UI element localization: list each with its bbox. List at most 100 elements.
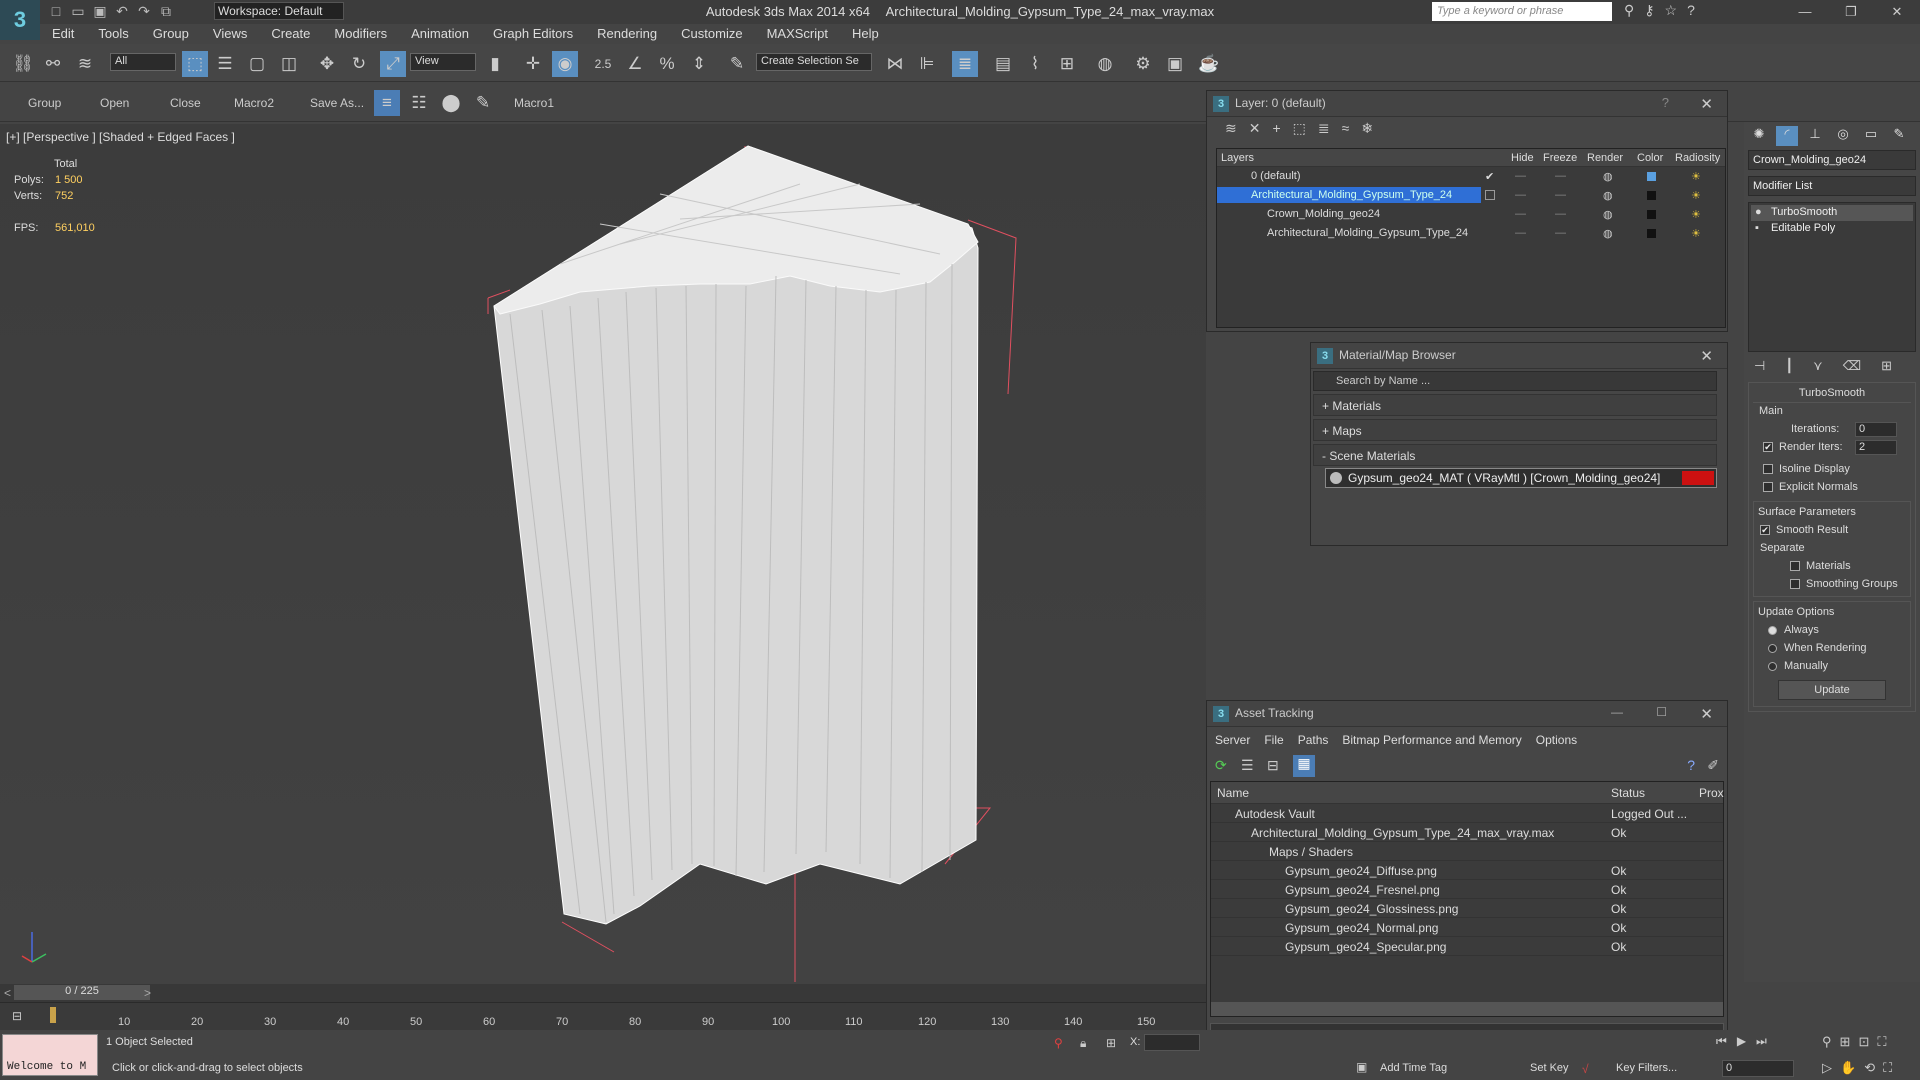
smooth-result-checkbox[interactable]: ✔ [1760,525,1770,535]
asset-row[interactable]: Gypsum_geo24_Diffuse.png Ok [1211,861,1723,880]
layer-dialog-titlebar[interactable]: 3 Layer: 0 (default) ? ✕ [1207,91,1727,117]
object-name[interactable]: Crown_Molding_geo24 [1267,208,1380,220]
keyboard-shortcut-override-icon[interactable]: ◉ [552,51,578,77]
asset-row[interactable]: Architectural_Molding_Gypsum_Type_24_max… [1211,823,1723,842]
create-tab-icon[interactable]: ✺ [1748,126,1770,146]
radiosity-icon[interactable]: ☀ [1691,170,1701,183]
render-teapot-icon[interactable]: ◍ [1603,208,1613,221]
freeze-dash-icon[interactable]: — [1555,227,1566,239]
brush-icon[interactable]: ✎ [470,90,496,116]
list-view-icon[interactable]: ☰ [1241,757,1254,774]
render-iters-spinner[interactable]: 2 [1855,440,1897,455]
asset-name[interactable]: Gypsum_geo24_Normal.png [1285,921,1438,935]
create-layer-icon[interactable]: ≋ [1225,120,1237,138]
rendered-frame-window-icon[interactable]: ▣ [1162,51,1188,77]
render-teapot-icon[interactable]: ◍ [1603,170,1613,183]
hide-dash-icon[interactable]: — [1515,208,1526,220]
link-icon[interactable]: ⛓ [10,51,36,77]
asset-row[interactable]: Autodesk Vault Logged Out ... [1211,804,1723,823]
time-tag-icon[interactable]: ▣ [1356,1060,1367,1074]
layer-row-selected[interactable]: Architectural_Molding_Gypsum_Type_24 — —… [1217,186,1725,205]
lightbulb-icon[interactable]: ● [1755,206,1762,218]
mini-curve-editor-icon[interactable]: ⊟ [12,1009,22,1023]
app-logo[interactable]: 3 [0,0,40,40]
maximize-toggle-icon[interactable]: ⛶ [1883,1060,1892,1076]
layer-color-swatch[interactable] [1647,172,1656,181]
scene-material-item[interactable]: Gypsum_geo24_MAT ( VRayMtl ) [Crown_Mold… [1325,468,1717,488]
graphite-toolbar-icon[interactable]: ▤ [990,51,1016,77]
help-icon[interactable]: ? [1687,2,1695,19]
menu-views[interactable]: Views [201,24,259,44]
orbit-icon[interactable]: ⟲ [1864,1060,1875,1076]
x-coordinate-field[interactable] [1144,1034,1200,1051]
hide-dash-icon[interactable]: — [1515,170,1526,182]
curve-editor-icon[interactable]: ⌇ [1022,51,1048,77]
modify-tab-icon[interactable]: ◜ [1776,126,1798,146]
layer-manager-icon[interactable]: ≣ [952,51,978,77]
menu-graph-editors[interactable]: Graph Editors [481,24,585,44]
zoom-all-icon[interactable]: ⊞ [1840,1034,1851,1050]
maximize-button[interactable]: ☐ [1656,705,1667,719]
radiosity-icon[interactable]: ☀ [1691,227,1701,240]
time-slider-thumb[interactable]: 0 / 225 [14,985,150,1000]
track-bar[interactable]: ⊟ 10 20 30 40 50 60 70 80 90 100 110 120… [0,1002,1206,1030]
field-of-view-icon[interactable]: ▷ [1822,1060,1832,1076]
undo-icon[interactable]: ↶ [114,3,130,19]
asset-name[interactable]: Gypsum_geo24_Specular.png [1285,940,1446,954]
freeze-dash-icon[interactable]: — [1555,208,1566,220]
menu-file[interactable]: File [1264,733,1283,747]
motion-tab-icon[interactable]: ◎ [1832,126,1854,146]
hide-dash-icon[interactable]: — [1515,189,1526,201]
mmb-titlebar[interactable]: 3 Material/Map Browser ✕ [1311,343,1727,369]
key-icon[interactable]: ⚷ [1644,2,1654,19]
layer-color-swatch[interactable] [1647,191,1656,200]
pin-icon[interactable]: ✐ [1707,757,1719,774]
asset-name[interactable]: Gypsum_geo24_Diffuse.png [1285,864,1437,878]
col-render[interactable]: Render [1587,152,1623,164]
asset-name[interactable]: Gypsum_geo24_Fresnel.png [1285,883,1440,897]
mmb-group-maps[interactable]: + Maps [1313,419,1717,441]
menu-server[interactable]: Server [1215,733,1250,747]
menu-paths[interactable]: Paths [1298,733,1329,747]
isoline-checkbox[interactable] [1763,464,1773,474]
col-freeze[interactable]: Freeze [1543,152,1577,164]
next-key-icon[interactable]: ⏭ [1756,1034,1767,1049]
highlight-layer-icon[interactable]: ≣ [1318,120,1330,138]
tree-view-icon[interactable]: ⊟ [1267,757,1279,774]
asset-row[interactable]: Gypsum_geo24_Specular.png Ok [1211,937,1723,956]
restore-button[interactable]: ❐ [1828,0,1874,24]
horizontal-scrollbar[interactable] [1211,1002,1723,1016]
schematic-view-icon[interactable]: ⊞ [1054,51,1080,77]
menu-group[interactable]: Group [141,24,201,44]
render-teapot-icon[interactable]: ◍ [1603,227,1613,240]
snaps-toggle-icon[interactable]: 2.5 [590,51,616,77]
open-button[interactable]: Open [100,96,129,110]
minimize-button[interactable]: — [1782,0,1828,24]
menu-bitmap-performance[interactable]: Bitmap Performance and Memory [1342,733,1521,747]
iterations-spinner[interactable]: 0 [1855,422,1897,437]
explicit-normals-checkbox[interactable] [1763,482,1773,492]
scale-icon[interactable]: ⤢ [380,51,406,77]
star-icon[interactable]: ☆ [1665,2,1678,19]
key-curve-icon[interactable]: √ [1582,1062,1589,1076]
macro1-button[interactable]: Macro1 [514,96,554,110]
asset-row[interactable]: Gypsum_geo24_Glossiness.png Ok [1211,899,1723,918]
percent-snap-icon[interactable]: % [654,51,680,77]
reference-coordinate-dropdown[interactable]: View [410,53,476,71]
isolate-icon[interactable]: ⚲ [1054,1036,1063,1050]
remove-modifier-icon[interactable]: ⌫ [1843,358,1861,373]
select-manipulate-icon[interactable]: ✛ [520,51,546,77]
asset-name[interactable]: Autodesk Vault [1235,807,1315,821]
perspective-viewport[interactable]: [+] [Perspective ] [Shaded + Edged Faces… [0,124,1206,984]
select-by-name-icon[interactable]: ☰ [212,51,238,77]
close-icon[interactable]: ✕ [1700,347,1713,365]
freeze-all-icon[interactable]: ❄ [1361,120,1373,138]
stack-item-turbosmooth[interactable]: ● TurboSmooth [1751,205,1913,221]
utilities-tab-icon[interactable]: ✎ [1888,126,1910,146]
refresh-icon[interactable]: ⟳ [1215,757,1227,774]
always-radio[interactable] [1768,626,1777,635]
layer-object-row[interactable]: Crown_Molding_geo24 — — ◍ ☀ [1217,205,1725,224]
time-slider[interactable]: < 0 / 225 > [0,984,1206,1002]
radiosity-icon[interactable]: ☀ [1691,208,1701,221]
layer-color-swatch[interactable] [1647,229,1656,238]
